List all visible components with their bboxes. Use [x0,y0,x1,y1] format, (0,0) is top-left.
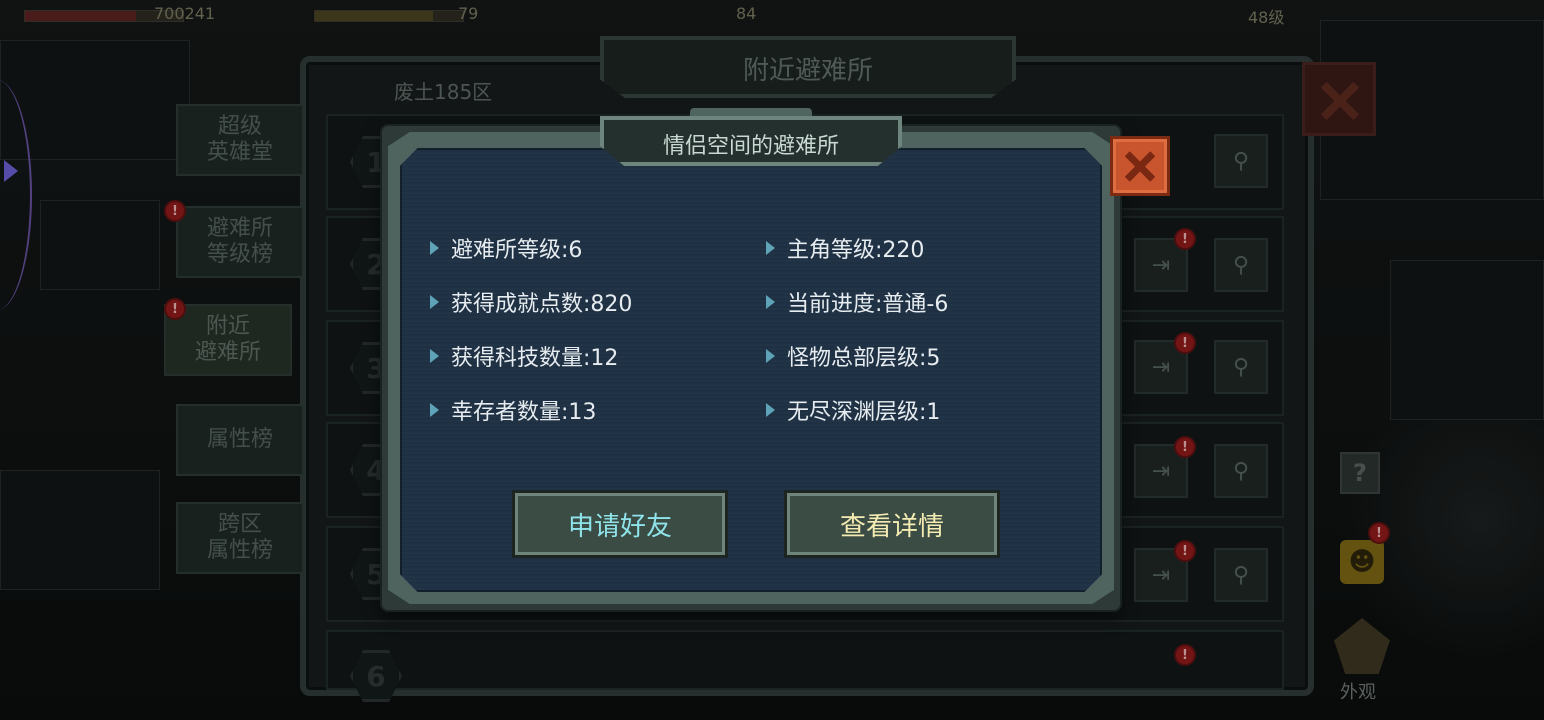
triangle-bullet-icon [430,241,439,255]
triangle-bullet-icon [766,403,775,417]
stat-label: 幸存者数量:13 [451,400,597,425]
stat-label: 避难所等级:6 [451,238,583,263]
stat-label: 怪物总部层级:5 [787,346,941,371]
close-icon [1113,139,1167,193]
stat-hero-level: 主角等级:220 [766,232,924,264]
stat-label: 主角等级:220 [787,238,925,263]
stat-label: 获得科技数量:12 [451,346,619,371]
view-details-button[interactable]: 查看详情 [784,490,1000,558]
triangle-bullet-icon [766,295,775,309]
triangle-bullet-icon [766,241,775,255]
stat-label: 获得成就点数:820 [451,292,633,317]
triangle-bullet-icon [430,295,439,309]
triangle-bullet-icon [430,349,439,363]
stat-abyss-floor: 无尽深渊层级:1 [766,394,940,426]
stat-monster-hq-floor: 怪物总部层级:5 [766,340,940,372]
stat-survivor-count: 幸存者数量:13 [430,394,596,426]
close-button[interactable] [1110,136,1170,196]
stat-label: 当前进度:普通-6 [787,292,949,317]
stat-shelter-level: 避难所等级:6 [430,232,582,264]
stat-achievement-points: 获得成就点数:820 [430,286,632,318]
stat-tech-count: 获得科技数量:12 [430,340,618,372]
stat-label: 无尽深渊层级:1 [787,400,941,425]
triangle-bullet-icon [766,349,775,363]
triangle-bullet-icon [430,403,439,417]
stat-current-progress: 当前进度:普通-6 [766,286,948,318]
dialog-title: 情侣空间的避难所 [662,134,839,159]
add-friend-button[interactable]: 申请好友 [512,490,728,558]
